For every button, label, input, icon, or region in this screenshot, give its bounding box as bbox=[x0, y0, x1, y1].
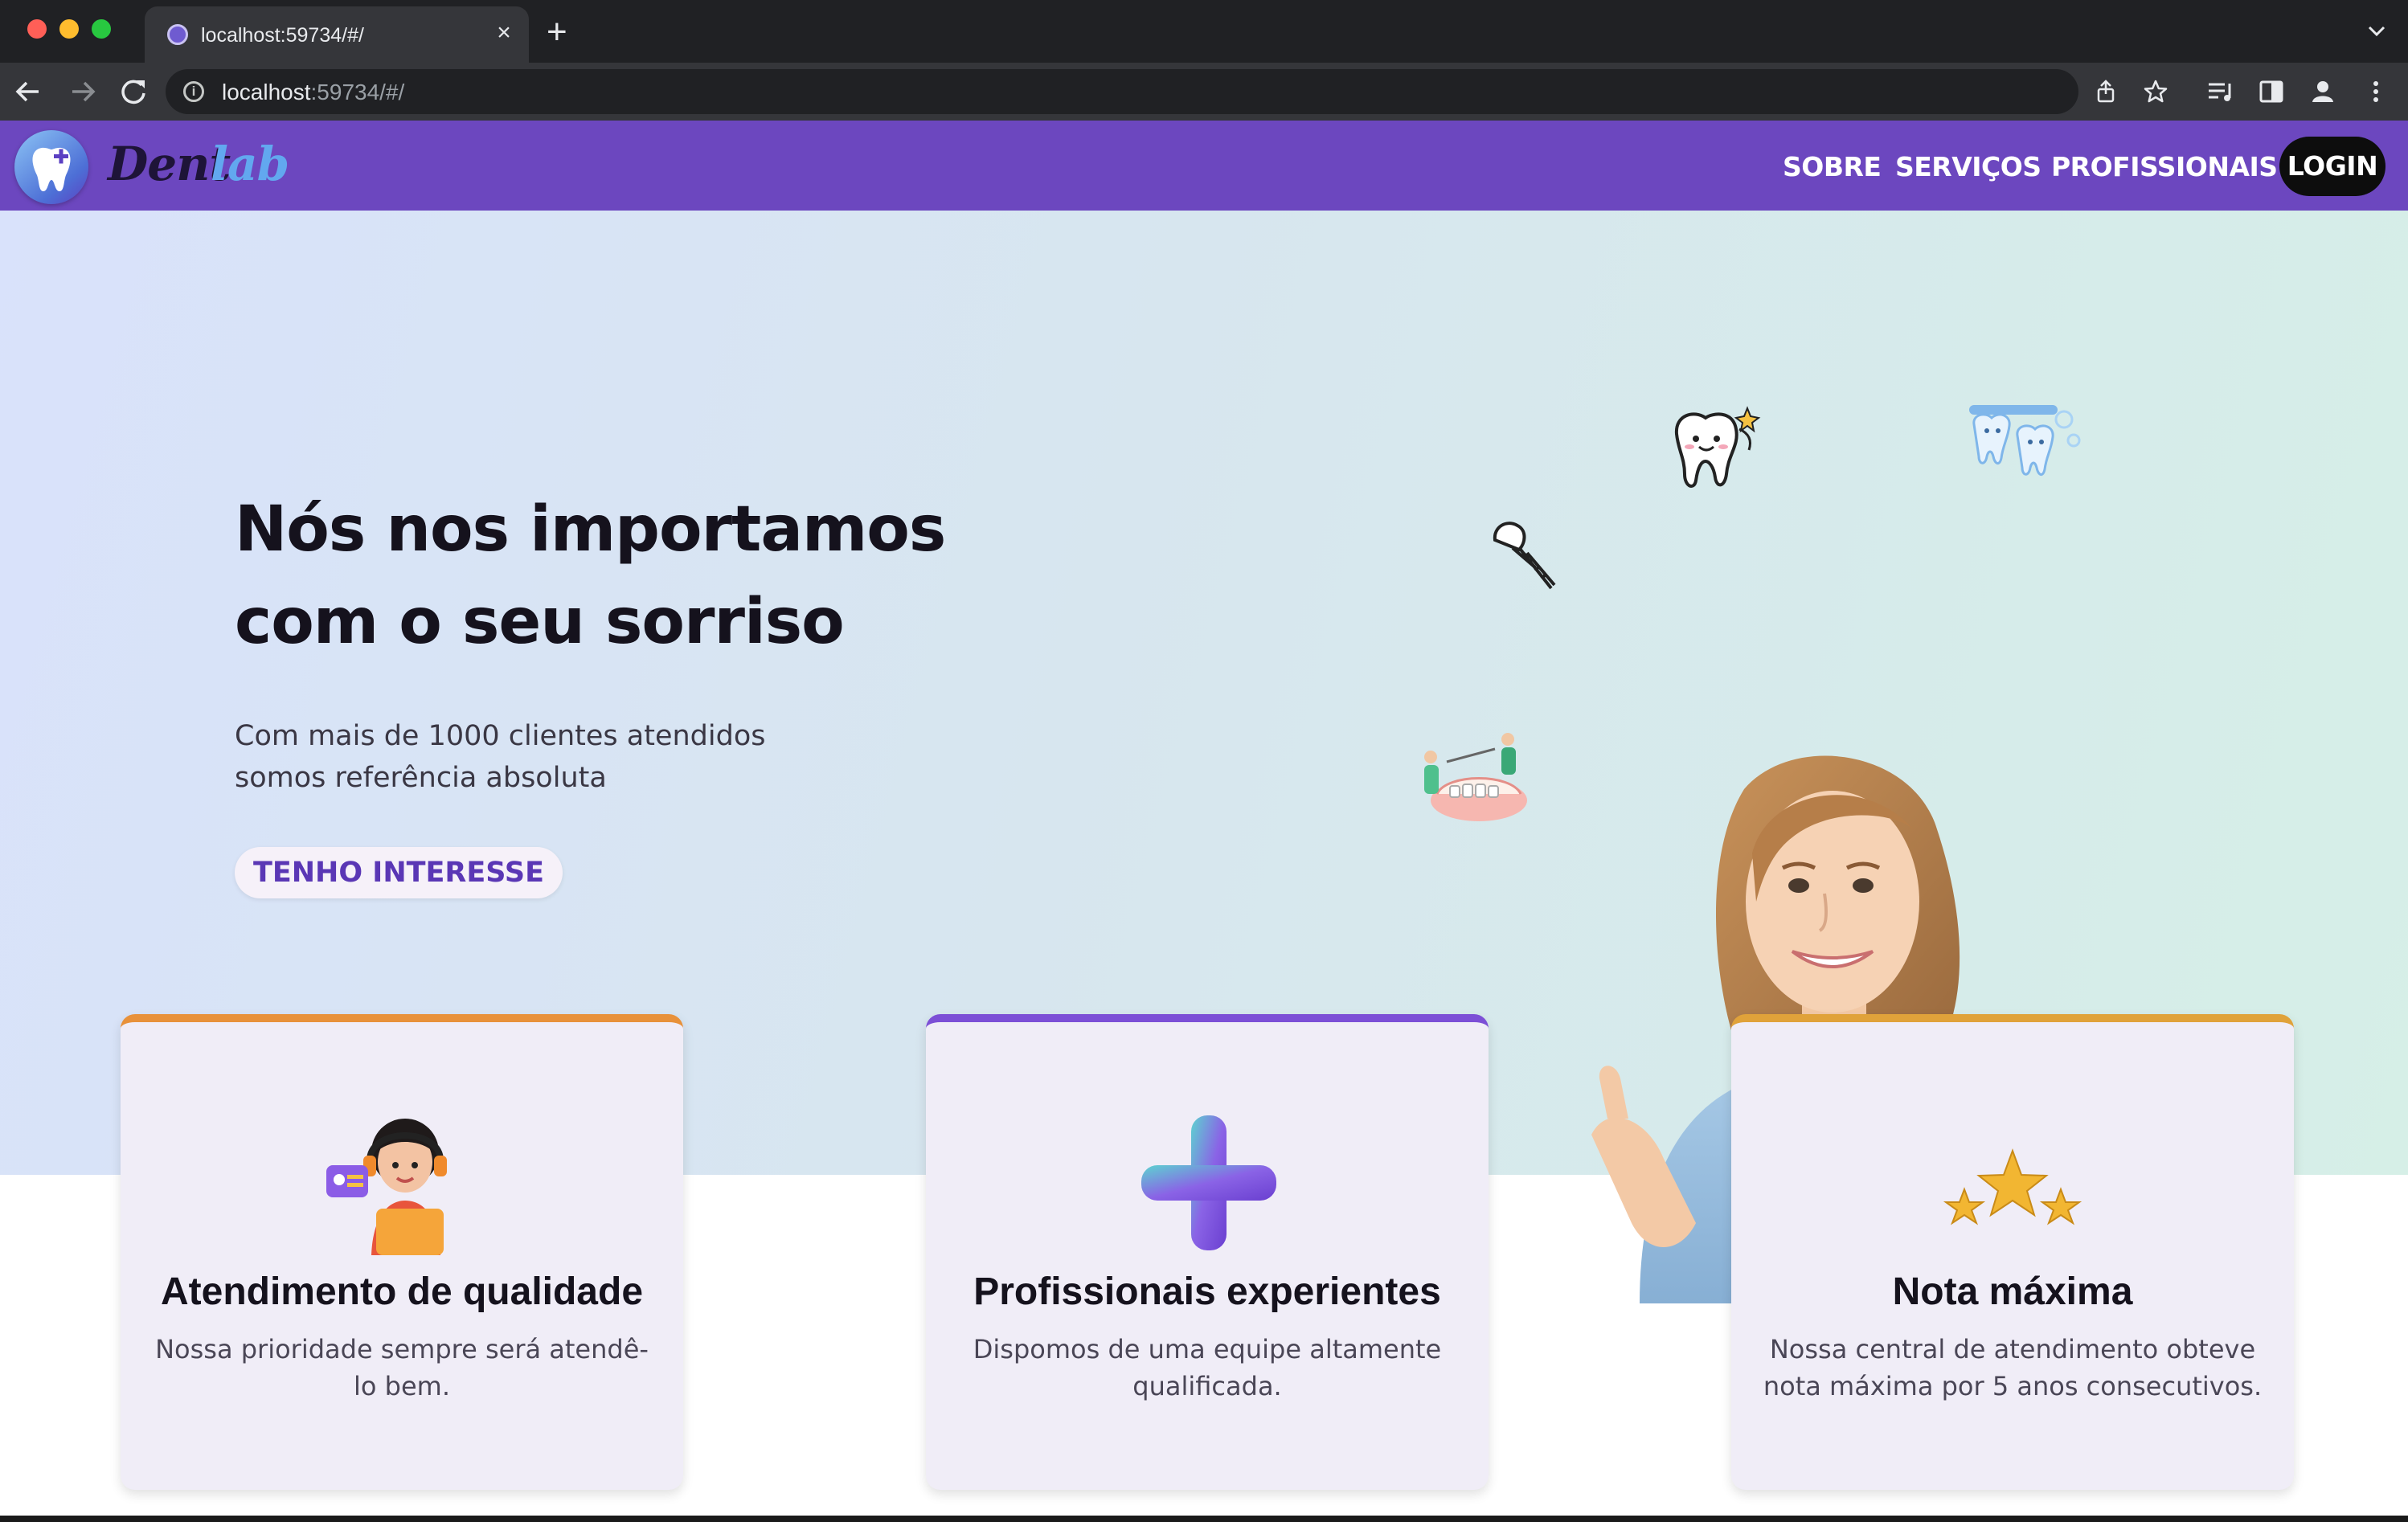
close-window-button[interactable] bbox=[27, 19, 47, 39]
brushing-teeth-icon bbox=[1969, 405, 2081, 476]
new-tab-button[interactable]: + bbox=[547, 14, 567, 50]
feature-card-rating: Nota máxima Nossa central de atendimento… bbox=[1731, 1014, 2294, 1490]
favicon-icon bbox=[167, 24, 188, 45]
nav-link-profissionais[interactable]: PROFISSIONAIS bbox=[2051, 151, 2278, 182]
site-info-icon[interactable]: i bbox=[183, 81, 204, 102]
hero-title: Nós nos importamos com o seu sorriso bbox=[235, 493, 946, 658]
profile-icon[interactable] bbox=[2308, 77, 2337, 106]
minimize-window-button[interactable] bbox=[59, 19, 79, 39]
dental-implant-icon bbox=[1493, 522, 1556, 590]
plus-cross-icon bbox=[1141, 1115, 1276, 1250]
maximize-window-button[interactable] bbox=[92, 19, 111, 39]
hero-subtitle: Com mais de 1000 clientes atendidos somo… bbox=[235, 720, 766, 794]
browser-tab[interactable]: localhost:59734/#/ × bbox=[145, 6, 529, 63]
nav-link-servicos[interactable]: SERVIÇOS bbox=[1895, 151, 2041, 182]
login-button[interactable]: LOGIN bbox=[2279, 137, 2385, 196]
bookmark-star-icon[interactable] bbox=[2143, 79, 2168, 104]
card-title: Nota máxima bbox=[1892, 1270, 2133, 1313]
interest-button[interactable]: TENHO INTERESSE bbox=[235, 847, 563, 898]
tab-title: localhost:59734/#/ bbox=[201, 24, 364, 47]
card-text: Nossa prioridade sempre será atendê-lo b… bbox=[155, 1334, 649, 1401]
site-header: Dent lab SOBRE SERVIÇOS PROFISSIONAIS LO… bbox=[0, 121, 2408, 211]
side-panel-icon[interactable] bbox=[2257, 77, 2286, 106]
stars-icon bbox=[1943, 1148, 2082, 1225]
forward-arrow-icon[interactable] bbox=[64, 74, 100, 109]
share-icon[interactable] bbox=[2093, 79, 2119, 104]
url-text: localhost:59734/#/ bbox=[222, 80, 405, 104]
more-menu-icon[interactable] bbox=[2361, 77, 2390, 106]
tab-search-chevron-icon[interactable] bbox=[2365, 19, 2389, 43]
happy-tooth-icon bbox=[1674, 406, 1761, 488]
dentists-checkup-icon bbox=[1424, 733, 1527, 821]
reading-list-icon[interactable] bbox=[2205, 77, 2234, 106]
feature-card-quality: Atendimento de qualidade Nossa prioridad… bbox=[121, 1014, 683, 1490]
browser-toolbar: i localhost:59734/#/ bbox=[0, 63, 2408, 121]
card-title: Profissionais experientes bbox=[973, 1270, 1441, 1313]
card-text: Nossa central de atendimento obteve nota… bbox=[1763, 1334, 2263, 1401]
logo-tooth-icon[interactable] bbox=[14, 130, 88, 204]
browser-tab-strip: localhost:59734/#/ × + bbox=[0, 0, 2408, 63]
tab-close-icon[interactable]: × bbox=[490, 21, 518, 45]
card-text: Dispomos de uma equipe altamente qualifi… bbox=[973, 1334, 1442, 1401]
support-agent-icon bbox=[326, 1119, 447, 1255]
feature-card-professionals: Profissionais experientes Dispomos de um… bbox=[926, 1014, 1489, 1490]
back-arrow-icon[interactable] bbox=[11, 74, 47, 109]
logo-text-lab: lab bbox=[211, 137, 289, 191]
nav-link-sobre[interactable]: SOBRE bbox=[1783, 151, 1882, 182]
card-title: Atendimento de qualidade bbox=[160, 1270, 644, 1313]
reload-icon[interactable] bbox=[116, 74, 151, 109]
address-bar[interactable]: i localhost:59734/#/ bbox=[166, 69, 2168, 114]
window-bottom-edge bbox=[0, 1516, 2408, 1522]
